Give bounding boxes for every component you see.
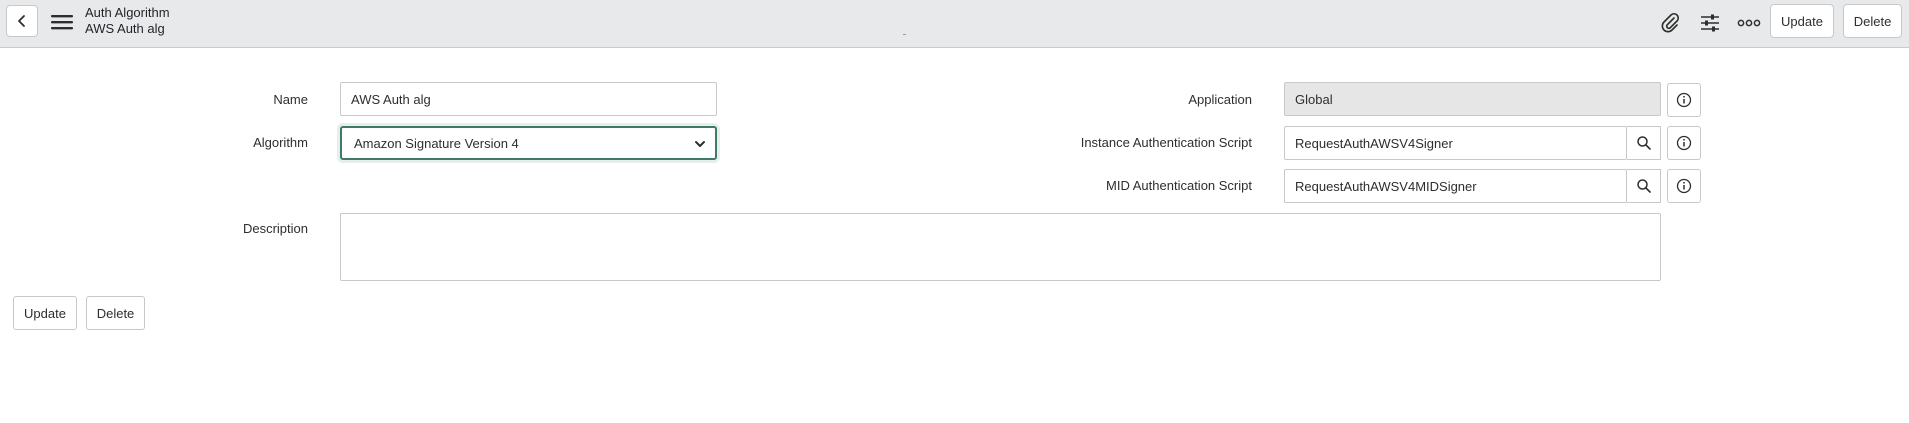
chevron-down-icon — [695, 141, 705, 147]
sliders-icon[interactable] — [1697, 10, 1723, 36]
record-name: AWS Auth alg — [85, 21, 165, 36]
update-button[interactable]: Update — [13, 296, 77, 330]
search-icon — [1636, 136, 1651, 150]
info-icon — [1676, 178, 1692, 194]
name-input[interactable]: AWS Auth alg — [340, 82, 717, 116]
algorithm-select[interactable]: Amazon Signature Version 4 — [340, 126, 717, 160]
info-icon — [1676, 135, 1692, 151]
mid-script-info-button[interactable] — [1667, 169, 1701, 203]
description-textarea[interactable] — [340, 213, 1661, 281]
form-header: Auth Algorithm AWS Auth alg Update Delet… — [0, 0, 1909, 48]
algorithm-label: Algorithm — [253, 135, 308, 150]
paperclip-icon[interactable] — [1657, 10, 1683, 36]
delete-button[interactable]: Delete — [86, 296, 145, 330]
table-name: Auth Algorithm — [85, 5, 170, 20]
application-label: Application — [1188, 92, 1252, 107]
mid-script-input[interactable]: RequestAuthAWSV4MIDSigner — [1284, 169, 1627, 203]
menu-icon[interactable] — [50, 12, 74, 32]
divider — [903, 34, 906, 35]
name-label: Name — [273, 92, 308, 107]
chevron-left-icon — [18, 15, 25, 27]
header-titles: Auth Algorithm AWS Auth alg — [85, 5, 170, 37]
instance-script-info-button[interactable] — [1667, 126, 1701, 160]
mid-script-lookup-button[interactable] — [1627, 169, 1661, 203]
application-field: Global — [1284, 82, 1661, 116]
description-label: Description — [242, 221, 308, 236]
algorithm-value: Amazon Signature Version 4 — [354, 135, 519, 151]
more-icon[interactable] — [1736, 10, 1762, 36]
mid-script-label: MID Authentication Script — [1106, 178, 1252, 193]
back-button[interactable] — [6, 5, 38, 37]
instance-script-lookup-button[interactable] — [1627, 126, 1661, 160]
application-info-button[interactable] — [1667, 83, 1701, 117]
instance-script-label: Instance Authentication Script — [1080, 135, 1252, 150]
search-icon — [1636, 179, 1651, 193]
header-update-button[interactable]: Update — [1770, 4, 1834, 38]
info-icon — [1676, 92, 1692, 108]
header-delete-button[interactable]: Delete — [1843, 4, 1902, 38]
instance-script-input[interactable]: RequestAuthAWSV4Signer — [1284, 126, 1627, 160]
